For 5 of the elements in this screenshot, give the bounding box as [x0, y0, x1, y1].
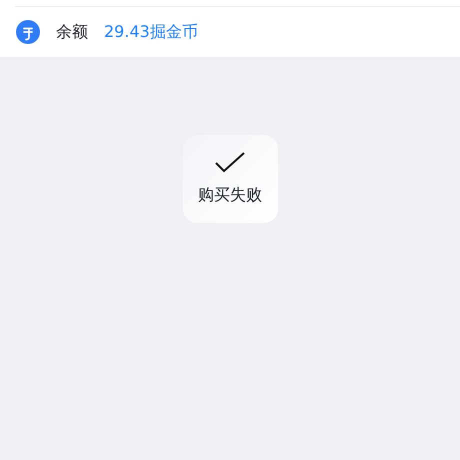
check-icon: [214, 151, 246, 175]
toast-message: 购买失败: [198, 184, 262, 206]
balance-label: 余额: [56, 21, 88, 43]
coin-icon: [16, 20, 40, 44]
balance-value: 29.43掘金币: [104, 21, 198, 43]
